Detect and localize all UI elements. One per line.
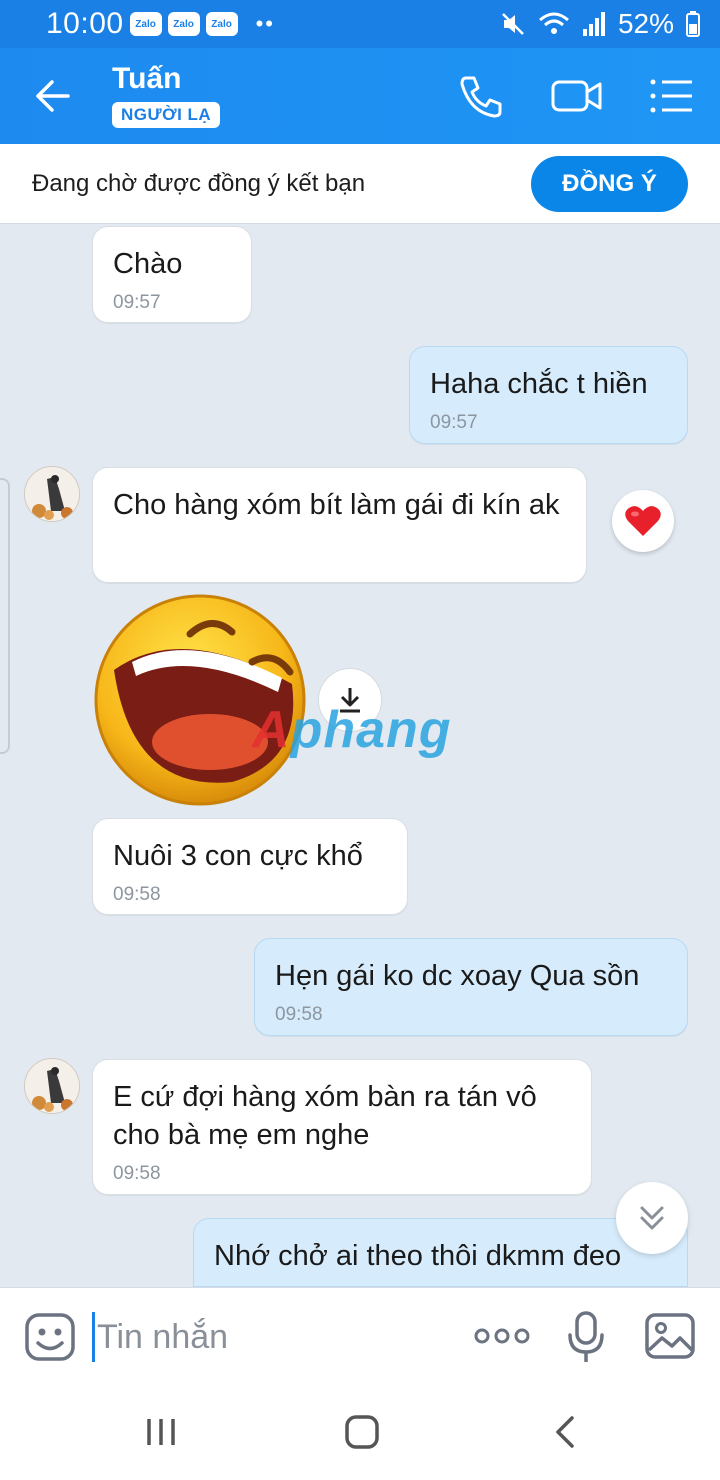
video-call-icon [551, 80, 602, 112]
avatar[interactable] [24, 466, 80, 522]
message-bubble-outgoing[interactable]: Hẹn gái ko dc xoay Qua sồn 09:58 [254, 938, 688, 1036]
message-time: 09:58 [275, 1004, 323, 1025]
zalo-notification-icon: Zalo [129, 12, 162, 36]
back-nav-button[interactable] [540, 1410, 590, 1454]
emoji-button[interactable] [24, 1312, 76, 1367]
message-bubble-incoming[interactable]: Cho hàng xóm bít làm gái đi kín ak [92, 467, 587, 583]
more-dots-icon [474, 1328, 530, 1344]
wifi-icon [538, 12, 569, 34]
status-bar: 10:00 Zalo Zalo Zalo •• 52% [0, 0, 720, 48]
phone-icon [460, 76, 502, 118]
zalo-notification-icon: Zalo [205, 12, 238, 36]
message-bubble-outgoing[interactable]: Nhớ chở ai theo thôi dkmm đeo [193, 1218, 688, 1287]
message-bubble-incoming[interactable]: E cứ đợi hàng xóm bàn ra tán vô cho bà m… [92, 1059, 592, 1195]
back-chevron-icon [556, 1416, 574, 1448]
watermark-part: A [252, 701, 291, 759]
recent-apps-icon [147, 1419, 175, 1445]
reaction-button[interactable] [612, 490, 674, 552]
edge-panel-handle[interactable] [0, 478, 10, 754]
contact-avatar-icon [25, 1059, 79, 1113]
message-text: Nuôi 3 con cực khổ [113, 840, 363, 872]
watermark: Aphang [252, 700, 452, 760]
microphone-icon [568, 1311, 604, 1362]
watermark-part: phang [290, 701, 452, 759]
video-call-button[interactable] [550, 72, 602, 120]
message-input[interactable] [92, 1312, 452, 1362]
more-notifications-icon: •• [255, 11, 275, 36]
chat-header: Tuấn NGƯỜI LẠ [0, 48, 720, 144]
photo-picker-button[interactable] [644, 1312, 696, 1365]
accept-friend-button[interactable]: ĐỒNG Ý [531, 156, 688, 212]
message-text: Hẹn gái ko dc xoay Qua sồn [275, 960, 640, 992]
emoji-icon [25, 1313, 75, 1361]
double-chevron-down-icon [640, 1206, 664, 1230]
back-button[interactable] [30, 76, 74, 116]
contact-name[interactable]: Tuấn [112, 62, 181, 96]
status-indicators: 52% [500, 8, 700, 40]
zalo-notification-icon: Zalo [167, 12, 200, 36]
message-text: E cứ đợi hàng xóm bàn ra tán vô cho bà m… [113, 1081, 537, 1151]
recent-apps-button[interactable] [136, 1410, 186, 1454]
message-text: Chào [113, 248, 183, 280]
message-text: Cho hàng xóm bít làm gái đi kín ak [113, 489, 560, 521]
home-button[interactable] [337, 1410, 387, 1454]
mute-icon [502, 13, 524, 35]
message-time: 09:57 [113, 292, 161, 313]
message-bubble-outgoing[interactable]: Haha chắc t hiền 09:57 [409, 346, 688, 444]
stranger-badge: NGƯỜI LẠ [112, 102, 221, 128]
message-text: Haha chắc t hiền [430, 368, 648, 400]
voice-call-button[interactable] [456, 72, 506, 120]
status-time: 10:00 [46, 7, 124, 40]
message-bubble-incoming[interactable]: Nuôi 3 con cực khổ 09:58 [92, 818, 408, 915]
heart-icon [625, 506, 661, 536]
message-text: Nhớ chở ai theo thôi dkmm đeo [214, 1240, 622, 1272]
message-time: 09:58 [113, 884, 161, 905]
more-options-button[interactable] [474, 1320, 530, 1357]
avatar[interactable] [24, 1058, 80, 1114]
message-bubble-incoming[interactable]: Chào 09:57 [92, 226, 252, 323]
battery-percent: 52% [617, 8, 674, 39]
chat-options-button[interactable] [648, 72, 698, 120]
battery-icon [686, 11, 700, 37]
contact-avatar-icon [25, 467, 79, 521]
menu-list-icon [650, 79, 692, 113]
friend-request-text: Đang chờ được đồng ý kết bạn [32, 170, 366, 197]
message-time: 09:57 [430, 412, 478, 433]
message-time: 09:58 [113, 1163, 161, 1184]
signal-icon [582, 12, 605, 36]
image-icon [645, 1313, 695, 1359]
back-arrow-icon [36, 80, 70, 112]
home-icon [345, 1415, 379, 1449]
voice-record-button[interactable] [566, 1310, 606, 1369]
scroll-to-bottom-button[interactable] [616, 1182, 688, 1254]
